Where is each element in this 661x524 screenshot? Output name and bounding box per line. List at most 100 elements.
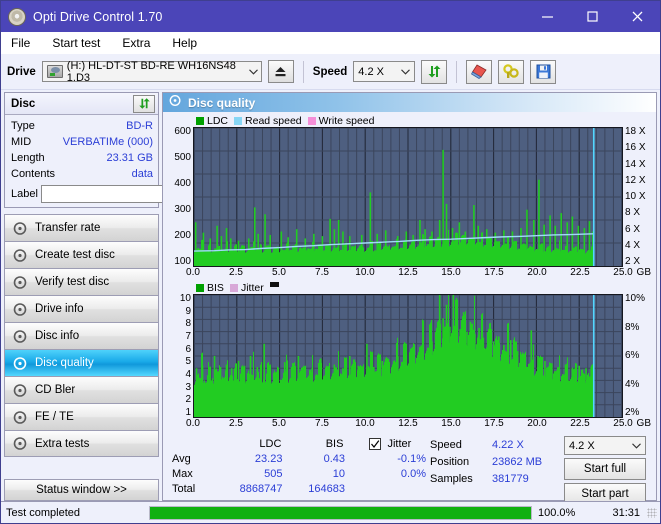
main-body: Disc Type BD-R MID VERBATIMe (000) Lengt… xyxy=(1,90,660,505)
erase-button[interactable] xyxy=(466,59,493,84)
sidebar-item-disc-quality[interactable]: Disc quality xyxy=(4,349,159,376)
bis-y-axis-left: 10 9 8 7 6 5 4 3 2 1 xyxy=(166,294,193,418)
resize-grip-icon[interactable] xyxy=(647,507,657,518)
sidebar-item-transfer-rate[interactable]: Transfer rate xyxy=(4,214,159,241)
disc-row-length: Length 23.31 GB xyxy=(11,150,153,166)
content-panel: Disc quality LDC Read speed Write speed … xyxy=(162,92,657,505)
left-sidebar: Disc Type BD-R MID VERBATIMe (000) Lengt… xyxy=(4,92,210,501)
axis-tick-label: 25.0 xyxy=(613,418,633,429)
save-button[interactable] xyxy=(530,59,557,84)
charts-container: LDC Read speed Write speed 600 500 400 300 2… xyxy=(163,112,656,505)
sidebar-item-extra-tests[interactable]: Extra tests xyxy=(4,430,159,457)
progress-percent: 100.0% xyxy=(538,506,576,519)
axis-tick-label: 1 xyxy=(185,406,191,418)
axis-tick-label: 22.5 xyxy=(570,267,590,278)
chevron-down-icon xyxy=(628,436,645,455)
close-button[interactable] xyxy=(615,1,660,32)
plug-icon xyxy=(503,64,519,78)
jitter-checkbox[interactable] xyxy=(369,437,382,450)
axis-tick-label: 4 xyxy=(185,368,191,380)
legend-label: Write speed xyxy=(318,114,375,127)
run-speed-label: Speed xyxy=(430,438,462,451)
legend-swatch xyxy=(234,116,243,125)
window-controls xyxy=(525,1,660,32)
disc-refresh-button[interactable] xyxy=(133,94,155,113)
disc-icon xyxy=(169,94,182,112)
ldc-x-axis: 0.0 2.5 5.0 7.5 10.0 12.5 15.0 17.5 20.0 22.5 25.0… xyxy=(186,267,651,281)
sidebar-item-label: Drive info xyxy=(35,303,84,315)
disc-label-label: Label xyxy=(11,187,38,200)
bis-chart: BIS Jitter 10 9 8 7 6 5 4 3 2 1 10% 8% 6% 4% 2% 0.0 2 xyxy=(166,281,653,432)
disc-icon xyxy=(13,302,28,317)
disc-icon xyxy=(13,436,28,451)
axis-tick-label: 8 xyxy=(185,318,191,330)
ldc-plot-area xyxy=(193,127,623,267)
legend-item-read-speed: Read speed xyxy=(234,115,302,127)
stats-table: LDC BIS Jitter Avg 23.23 0.43 -0.1% Max … xyxy=(172,436,430,505)
disc-length-value: 23.31 GB xyxy=(106,152,153,164)
axis-tick-label: 10% xyxy=(625,293,646,304)
axis-tick-label: 2 xyxy=(185,394,191,406)
disc-mid-label: MID xyxy=(11,136,32,148)
bis-x-axis: 0.0 2.5 5.0 7.5 10.0 12.5 15.0 17.5 20.0 22.5 25.0… xyxy=(186,418,651,432)
disc-icon xyxy=(13,221,28,236)
toolbar-divider-2 xyxy=(456,60,458,83)
sidebar-item-cd-bler[interactable]: CD Bler xyxy=(4,376,159,403)
axis-tick-label: 0.0 xyxy=(186,418,200,429)
stats-avg-ldc: 23.23 xyxy=(254,452,283,465)
run-samples-value-row: 381779 xyxy=(492,470,564,487)
disc-mid-value: VERBATIMe (000) xyxy=(62,136,153,148)
axis-tick-label: 4% xyxy=(625,378,640,390)
tools-button[interactable] xyxy=(498,59,525,84)
menu-start-test[interactable]: Start test xyxy=(50,34,110,52)
status-window-button[interactable]: Status window >> xyxy=(4,479,159,501)
sidebar-item-create-test-disc[interactable]: Create test disc xyxy=(4,241,159,268)
axis-tick-label: 6 X xyxy=(625,223,641,235)
test-speed-select[interactable]: 4.2 X xyxy=(564,436,646,455)
disc-label-row: Label xyxy=(11,184,210,203)
disc-info-rows: Type BD-R MID VERBATIMe (000) Length 23.… xyxy=(5,115,210,207)
run-samples-label: Samples xyxy=(430,472,473,485)
axis-tick-label: 4 X xyxy=(625,239,641,251)
run-info-labels: Speed Position Samples xyxy=(430,436,492,505)
stats-row-total: Total 8868747 164683 xyxy=(172,481,430,496)
speed-select[interactable]: 4.2 X xyxy=(353,61,416,82)
sidebar-item-label: Extra tests xyxy=(35,437,90,450)
eject-button[interactable] xyxy=(267,60,294,83)
axis-tick-label: 15.0 xyxy=(441,267,461,278)
disc-type-value: BD-R xyxy=(126,120,153,132)
menu-file[interactable]: File xyxy=(9,34,40,52)
maximize-button[interactable] xyxy=(570,1,615,32)
stats-max-ldc: 505 xyxy=(264,467,283,480)
axis-tick-label: 18 X xyxy=(625,126,646,137)
start-full-button[interactable]: Start full xyxy=(564,458,646,480)
drive-select[interactable]: (H:) HL-DT-ST BD-RE WH16NS48 1.D3 xyxy=(41,60,262,84)
axis-tick-label: 20.0 xyxy=(527,418,547,429)
sidebar-item-verify-test-disc[interactable]: Verify test disc xyxy=(4,268,159,295)
ldc-chart: LDC Read speed Write speed 600 500 400 300 2… xyxy=(166,114,653,281)
stats-row-label: Total xyxy=(172,482,196,495)
stats-row-max: Max 505 10 0.0% xyxy=(172,466,430,481)
disc-icon xyxy=(13,329,28,344)
minimize-button[interactable] xyxy=(525,1,570,32)
status-text: Test completed xyxy=(6,506,80,519)
stats-row-avg: Avg 23.23 0.43 -0.1% xyxy=(172,451,430,466)
menu-help[interactable]: Help xyxy=(170,34,207,52)
sidebar-item-disc-info[interactable]: Disc info xyxy=(4,322,159,349)
jitter-header: Jitter xyxy=(343,437,430,450)
axis-tick-label: 10.0 xyxy=(355,418,375,429)
ldc-y-axis-right: 18 X 16 X 14 X 12 X 10 X 8 X 6 X 4 X 2 X xyxy=(623,127,653,267)
disc-type-label: Type xyxy=(11,120,35,132)
refresh-button[interactable] xyxy=(421,59,448,84)
disc-panel-header: Disc xyxy=(5,93,158,115)
menu-extra[interactable]: Extra xyxy=(120,34,160,52)
page-title: Disc quality xyxy=(188,95,256,110)
axis-tick-label: 12 X xyxy=(625,174,646,186)
sidebar-item-drive-info[interactable]: Drive info xyxy=(4,295,159,322)
progress-bar-fill xyxy=(150,506,531,519)
axis-tick-label: 17.5 xyxy=(484,267,504,278)
sidebar-item-fe-te[interactable]: FE / TE xyxy=(4,403,159,430)
bis-plot-area xyxy=(193,294,623,418)
run-controls: 4.2 X Start full Start part xyxy=(564,436,649,505)
legend-swatch xyxy=(307,116,316,125)
